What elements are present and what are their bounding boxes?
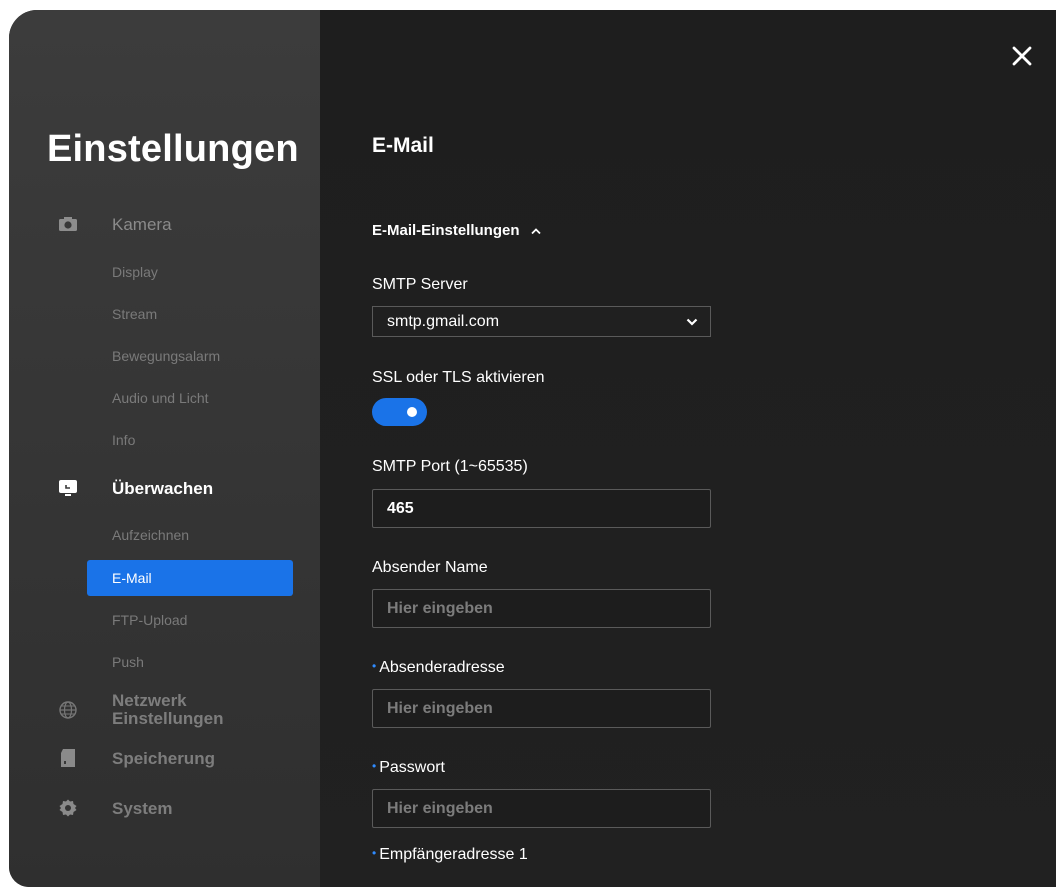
required-marker: • bbox=[372, 659, 377, 673]
ssl-tls-toggle[interactable] bbox=[372, 398, 427, 426]
sidebar: Einstellungen Kamera Display Stream Bewe… bbox=[9, 10, 320, 887]
close-icon bbox=[1012, 46, 1032, 66]
network-label-line1: Netzwerk bbox=[112, 691, 187, 710]
camera-icon bbox=[57, 213, 79, 235]
section-title: E-Mail-Einstellungen bbox=[372, 222, 520, 239]
sidebar-group-monitor[interactable]: Überwachen bbox=[9, 470, 320, 506]
sidebar-group-camera[interactable]: Kamera bbox=[9, 206, 320, 242]
sidebar-group-label: Überwachen bbox=[112, 478, 214, 498]
smtp-port-input[interactable]: 465 bbox=[372, 489, 711, 528]
gear-icon bbox=[57, 797, 79, 819]
sidebar-group-label: System bbox=[112, 798, 173, 818]
label-text: Empfängeradresse 1 bbox=[379, 846, 528, 863]
smtp-server-value: smtp.gmail.com bbox=[387, 312, 500, 330]
sidebar-title: Einstellungen bbox=[47, 128, 299, 170]
globe-icon bbox=[57, 699, 79, 721]
label-text: Passwort bbox=[379, 759, 445, 776]
placeholder-text: Hier eingeben bbox=[387, 599, 493, 617]
sidebar-item-motion-alarm[interactable]: Bewegungsalarm bbox=[112, 346, 220, 366]
sidebar-item-label: E-Mail bbox=[112, 570, 152, 586]
sidebar-item-stream[interactable]: Stream bbox=[112, 304, 157, 324]
placeholder-text: Hier eingeben bbox=[387, 699, 493, 717]
sidebar-item-email[interactable]: E-Mail bbox=[87, 560, 293, 596]
main-panel: E-Mail E-Mail-Einstellungen SMTP Server … bbox=[320, 10, 1056, 887]
required-marker: • bbox=[372, 759, 377, 773]
required-marker: • bbox=[372, 846, 377, 860]
sidebar-group-network[interactable]: Netzwerk Einstellungen bbox=[9, 690, 320, 730]
label-text: Absenderadresse bbox=[379, 659, 505, 676]
sidebar-group-system[interactable]: System bbox=[9, 790, 320, 826]
page-title: E-Mail bbox=[372, 134, 434, 157]
sender-name-input[interactable]: Hier eingeben bbox=[372, 589, 711, 628]
smtp-server-label: SMTP Server bbox=[372, 276, 468, 293]
settings-window: Einstellungen Kamera Display Stream Bewe… bbox=[9, 10, 1056, 887]
sidebar-group-label: Kamera bbox=[112, 214, 172, 234]
smtp-port-label: SMTP Port (1~65535) bbox=[372, 458, 528, 475]
monitor-icon bbox=[57, 477, 79, 499]
sidebar-item-audio-light[interactable]: Audio und Licht bbox=[112, 388, 209, 408]
sender-address-label: • Absenderadresse bbox=[372, 659, 505, 677]
placeholder-text: Hier eingeben bbox=[387, 799, 493, 817]
email-settings-section-toggle[interactable]: E-Mail-Einstellungen bbox=[372, 222, 542, 239]
sidebar-item-ftp-upload[interactable]: FTP-Upload bbox=[112, 610, 187, 630]
storage-icon bbox=[57, 747, 79, 769]
chevron-down-icon bbox=[686, 318, 698, 326]
toggle-knob bbox=[407, 407, 417, 417]
sidebar-item-info[interactable]: Info bbox=[112, 430, 135, 450]
sidebar-group-label: Netzwerk Einstellungen bbox=[112, 692, 223, 728]
sidebar-item-display[interactable]: Display bbox=[112, 262, 158, 282]
sender-name-label: Absender Name bbox=[372, 559, 488, 576]
password-label: • Passwort bbox=[372, 759, 445, 777]
chevron-up-icon bbox=[530, 227, 541, 234]
sender-address-input[interactable]: Hier eingeben bbox=[372, 689, 711, 728]
close-button[interactable] bbox=[1010, 44, 1034, 68]
smtp-port-value: 465 bbox=[387, 499, 414, 517]
sidebar-item-record[interactable]: Aufzeichnen bbox=[112, 525, 189, 545]
recipient-address-label: • Empfängeradresse 1 bbox=[372, 846, 528, 864]
sidebar-group-label: Speicherung bbox=[112, 748, 215, 768]
sidebar-item-push[interactable]: Push bbox=[112, 652, 144, 672]
password-input[interactable]: Hier eingeben bbox=[372, 789, 711, 828]
ssl-tls-label: SSL oder TLS aktivieren bbox=[372, 369, 545, 386]
smtp-server-select[interactable]: smtp.gmail.com bbox=[372, 306, 711, 337]
network-label-line2: Einstellungen bbox=[112, 709, 224, 728]
sidebar-group-storage[interactable]: Speicherung bbox=[9, 740, 320, 776]
